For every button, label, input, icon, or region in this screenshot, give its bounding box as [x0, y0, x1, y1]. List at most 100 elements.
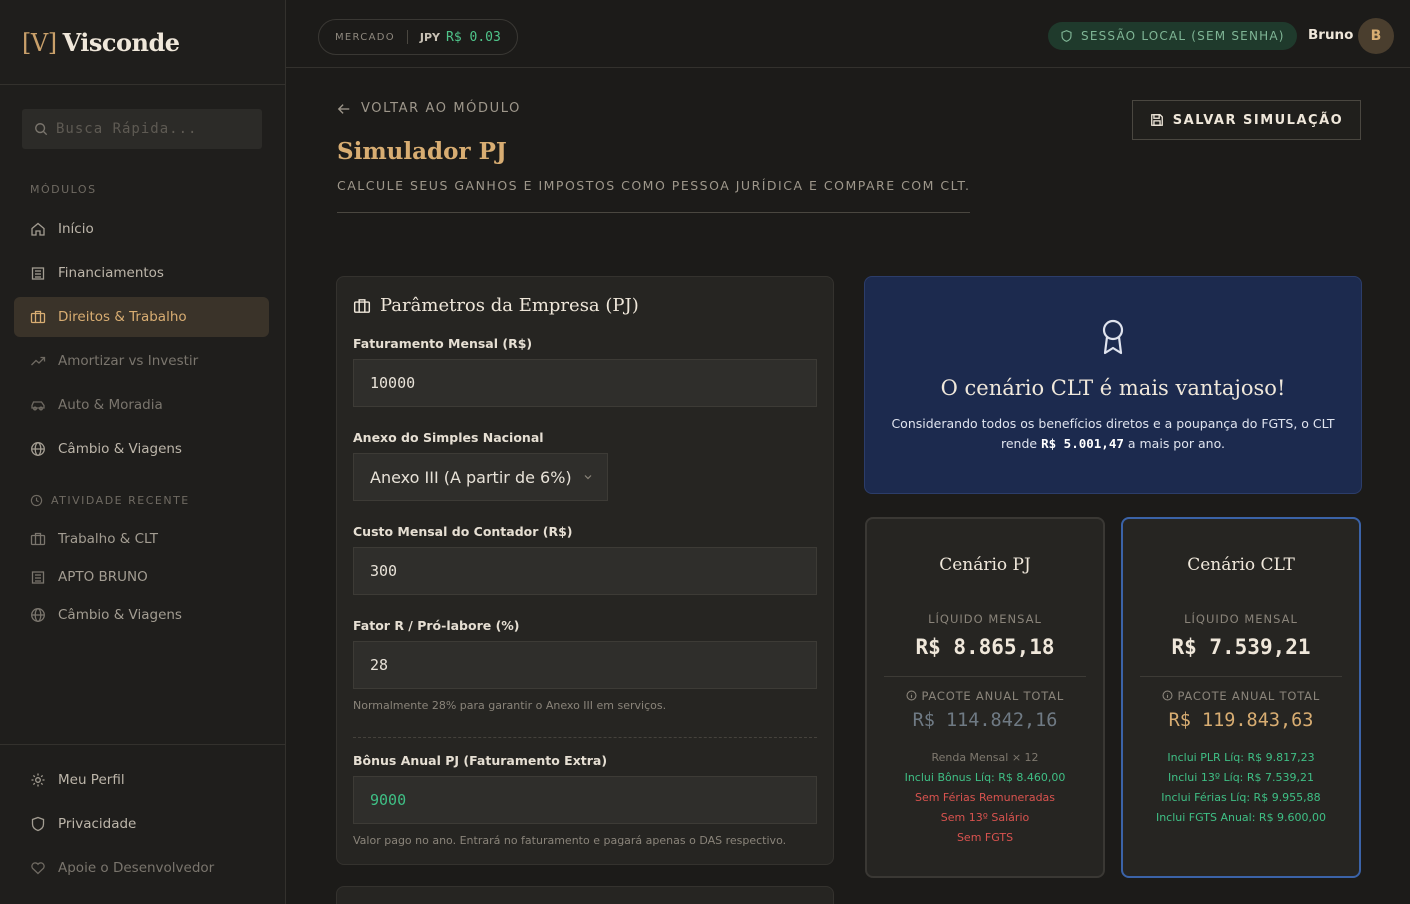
- clt-details-list: Inclui PLR Líq: R$ 9.817,23 Inclui 13º L…: [1121, 748, 1361, 828]
- sidebar-item-apoie[interactable]: Apoie o Desenvolvedor: [14, 848, 269, 888]
- winner-amount: R$ 5.001,47: [1041, 436, 1124, 451]
- sidebar-footer-divider: [0, 744, 285, 745]
- market-separator: [406, 30, 408, 44]
- back-link-label: VOLTAR AO MÓDULO: [361, 101, 521, 116]
- sidebar-item-direitos-trabalho[interactable]: Direitos & Trabalho: [14, 297, 269, 337]
- accountant-label: Custo Mensal do Contador (R$): [353, 524, 573, 539]
- sidebar-item-meu-perfil[interactable]: Meu Perfil: [14, 760, 269, 800]
- brand-logo[interactable]: [V] Visconde: [22, 28, 180, 57]
- sidebar-item-label: Apoie o Desenvolvedor: [58, 860, 215, 876]
- market-ticker[interactable]: MERCADO JPY R$ 0.03: [318, 19, 518, 55]
- pj-title: Cenário PJ: [939, 555, 1031, 575]
- search-box[interactable]: [22, 109, 262, 149]
- heart-icon: [31, 862, 45, 875]
- params-title-text: Parâmetros da Empresa (PJ): [380, 295, 639, 316]
- recent-item-cambio-viagens[interactable]: Câmbio & Viagens: [30, 607, 182, 623]
- accountant-input[interactable]: [370, 562, 790, 580]
- pj-detail-line: Inclui Bônus Líq: R$ 8.460,00: [904, 771, 1066, 784]
- sidebar: [V]Visconde MÓDULOS Início Financiamento…: [0, 0, 286, 904]
- sidebar-item-privacidade[interactable]: Privacidade: [14, 804, 269, 844]
- pj-net-value: R$ 8.865,18: [915, 635, 1055, 659]
- annex-label: Anexo do Simples Nacional: [353, 430, 544, 445]
- sidebar-item-financiamentos[interactable]: Financiamentos: [14, 253, 269, 293]
- briefcase-icon: [30, 532, 46, 546]
- pj-detail-line: Sem FGTS: [956, 831, 1014, 844]
- factor-field[interactable]: [353, 641, 817, 689]
- globe-icon: [31, 442, 45, 456]
- market-label: MERCADO: [335, 31, 395, 43]
- shield-icon: [31, 816, 45, 832]
- revenue-input[interactable]: [370, 374, 790, 392]
- winner-text: Considerando todos os benefícios diretos…: [884, 414, 1342, 454]
- factor-input[interactable]: [370, 656, 790, 674]
- annex-select[interactable]: Anexo III (A partir de 6%): [353, 453, 608, 501]
- gear-icon: [31, 773, 45, 787]
- recent-item-label: Câmbio & Viagens: [58, 607, 182, 623]
- pj-package-label: PACOTE ANUAL TOTAL: [865, 689, 1105, 703]
- page-title: Simulador PJ: [337, 138, 507, 165]
- sidebar-item-label: Amortizar vs Investir: [58, 353, 199, 369]
- back-link[interactable]: VOLTAR AO MÓDULO: [337, 101, 521, 116]
- clt-package-label-text: PACOTE ANUAL TOTAL: [1177, 689, 1321, 703]
- chevron-down-icon: [584, 475, 592, 480]
- sidebar-item-inicio[interactable]: Início: [14, 209, 269, 249]
- clt-net-value: R$ 7.539,21: [1171, 635, 1311, 659]
- bonus-input[interactable]: [370, 791, 790, 809]
- info-icon: [1162, 690, 1173, 701]
- home-icon: [31, 222, 45, 236]
- recent-item-trabalho-clt[interactable]: Trabalho & CLT: [30, 531, 158, 547]
- avatar[interactable]: B: [1358, 18, 1394, 54]
- pj-net-label: LÍQUIDO MENSAL: [928, 612, 1042, 626]
- info-icon: [906, 690, 917, 701]
- car-icon: [31, 401, 45, 411]
- sidebar-item-label: Meu Perfil: [58, 772, 125, 788]
- bonus-field[interactable]: [353, 776, 817, 824]
- clt-detail-line: Inclui FGTS Anual: R$ 9.600,00: [1155, 811, 1327, 824]
- search-input[interactable]: [56, 121, 246, 137]
- accountant-field[interactable]: [353, 547, 817, 595]
- clt-detail-line: Inclui Férias Líq: R$ 9.955,88: [1161, 791, 1321, 804]
- pj-package-label-text: PACOTE ANUAL TOTAL: [921, 689, 1065, 703]
- clt-detail-line: Inclui PLR Líq: R$ 9.817,23: [1167, 751, 1315, 764]
- recent-item-label: Trabalho & CLT: [58, 531, 158, 547]
- market-rate: R$ 0.03: [446, 29, 501, 45]
- clt-title: Cenário CLT: [1187, 555, 1295, 575]
- user-name[interactable]: Bruno: [1308, 27, 1353, 43]
- recent-activity-label: ATIVIDADE RECENTE: [30, 494, 190, 507]
- market-currency: JPY: [419, 30, 441, 44]
- sidebar-item-label: Auto & Moradia: [58, 397, 163, 413]
- pj-details-list: Renda Mensal × 12 Inclui Bônus Líq: R$ 8…: [865, 748, 1105, 848]
- pj-detail-line: Renda Mensal × 12: [931, 751, 1039, 764]
- bonus-label: Bônus Anual PJ (Faturamento Extra): [353, 753, 608, 768]
- sidebar-item-label: Direitos & Trabalho: [58, 309, 187, 325]
- annex-selected-value: Anexo III (A partir de 6%): [370, 467, 572, 487]
- trending-up-icon: [31, 356, 46, 366]
- clt-net-label: LÍQUIDO MENSAL: [1184, 612, 1298, 626]
- recent-item-label: APTO BRUNO: [58, 569, 148, 585]
- shield-icon: [1061, 30, 1072, 42]
- sidebar-item-cambio-viagens[interactable]: Câmbio & Viagens: [14, 429, 269, 469]
- sidebar-item-label: Câmbio & Viagens: [58, 441, 182, 457]
- globe-icon: [31, 608, 45, 622]
- brand-mark: [V]: [22, 29, 57, 57]
- sidebar-item-label: Privacidade: [58, 816, 137, 832]
- modules-label: MÓDULOS: [30, 183, 97, 196]
- clt-package-label: PACOTE ANUAL TOTAL: [1121, 689, 1361, 703]
- sidebar-item-label: Início: [58, 221, 94, 237]
- save-simulation-button[interactable]: SALVAR SIMULAÇÃO: [1132, 100, 1361, 140]
- arrow-left-icon: [337, 103, 350, 114]
- briefcase-icon: [30, 310, 46, 324]
- building-icon: [31, 267, 45, 280]
- revenue-field[interactable]: [353, 359, 817, 407]
- session-badge: SESSÃO LOCAL (SEM SENHA): [1048, 22, 1297, 50]
- pj-detail-line: Sem Férias Remuneradas: [914, 791, 1056, 804]
- award-icon: [1102, 319, 1124, 355]
- clock-icon: [30, 494, 43, 507]
- page-subtitle: CALCULE SEUS GANHOS E IMPOSTOS COMO PESS…: [337, 178, 971, 193]
- recent-item-apto-bruno[interactable]: APTO BRUNO: [30, 569, 148, 585]
- sidebar-item-amortizar[interactable]: Amortizar vs Investir: [14, 341, 269, 381]
- sidebar-item-auto-moradia[interactable]: Auto & Moradia: [14, 385, 269, 425]
- next-card: [336, 886, 834, 904]
- briefcase-icon: [353, 298, 371, 313]
- search-icon: [35, 123, 48, 136]
